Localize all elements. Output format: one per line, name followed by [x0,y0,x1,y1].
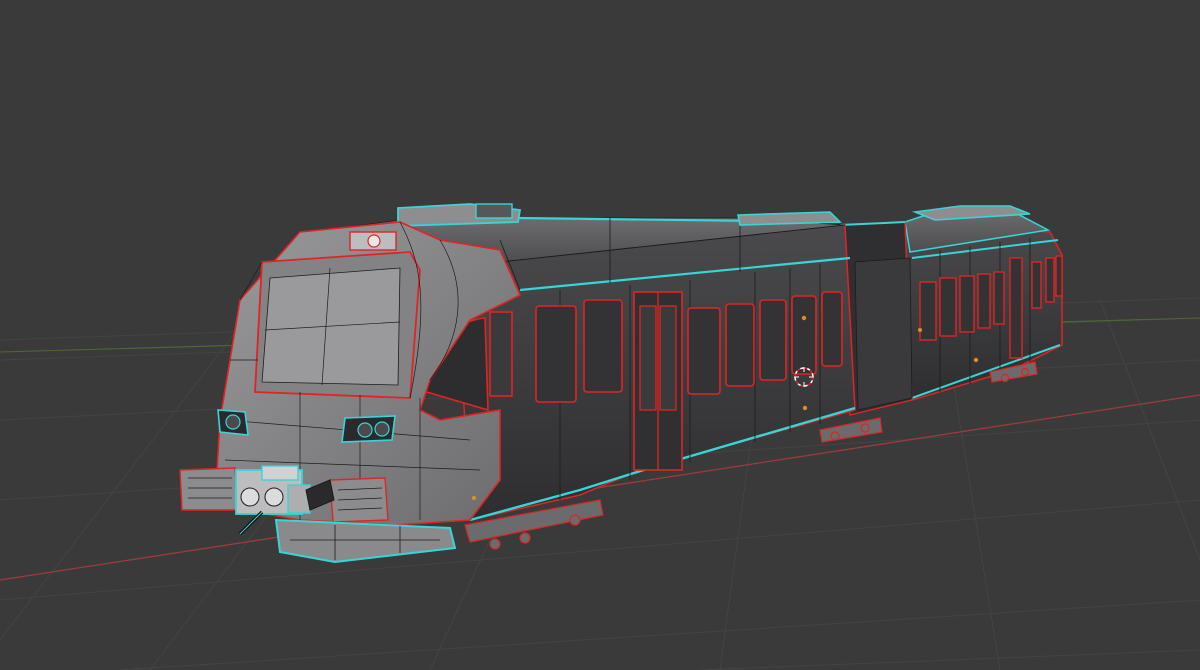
roof-headlight [349,231,397,251]
passenger-door[interactable] [633,291,683,471]
viewport-canvas[interactable] [0,0,1200,670]
headlight-right [341,415,396,443]
headlight-left [217,409,249,436]
train-model[interactable] [179,203,1063,564]
front-skirt [274,518,457,564]
3d-viewport[interactable] [0,0,1200,670]
rear-car[interactable] [899,209,1063,401]
